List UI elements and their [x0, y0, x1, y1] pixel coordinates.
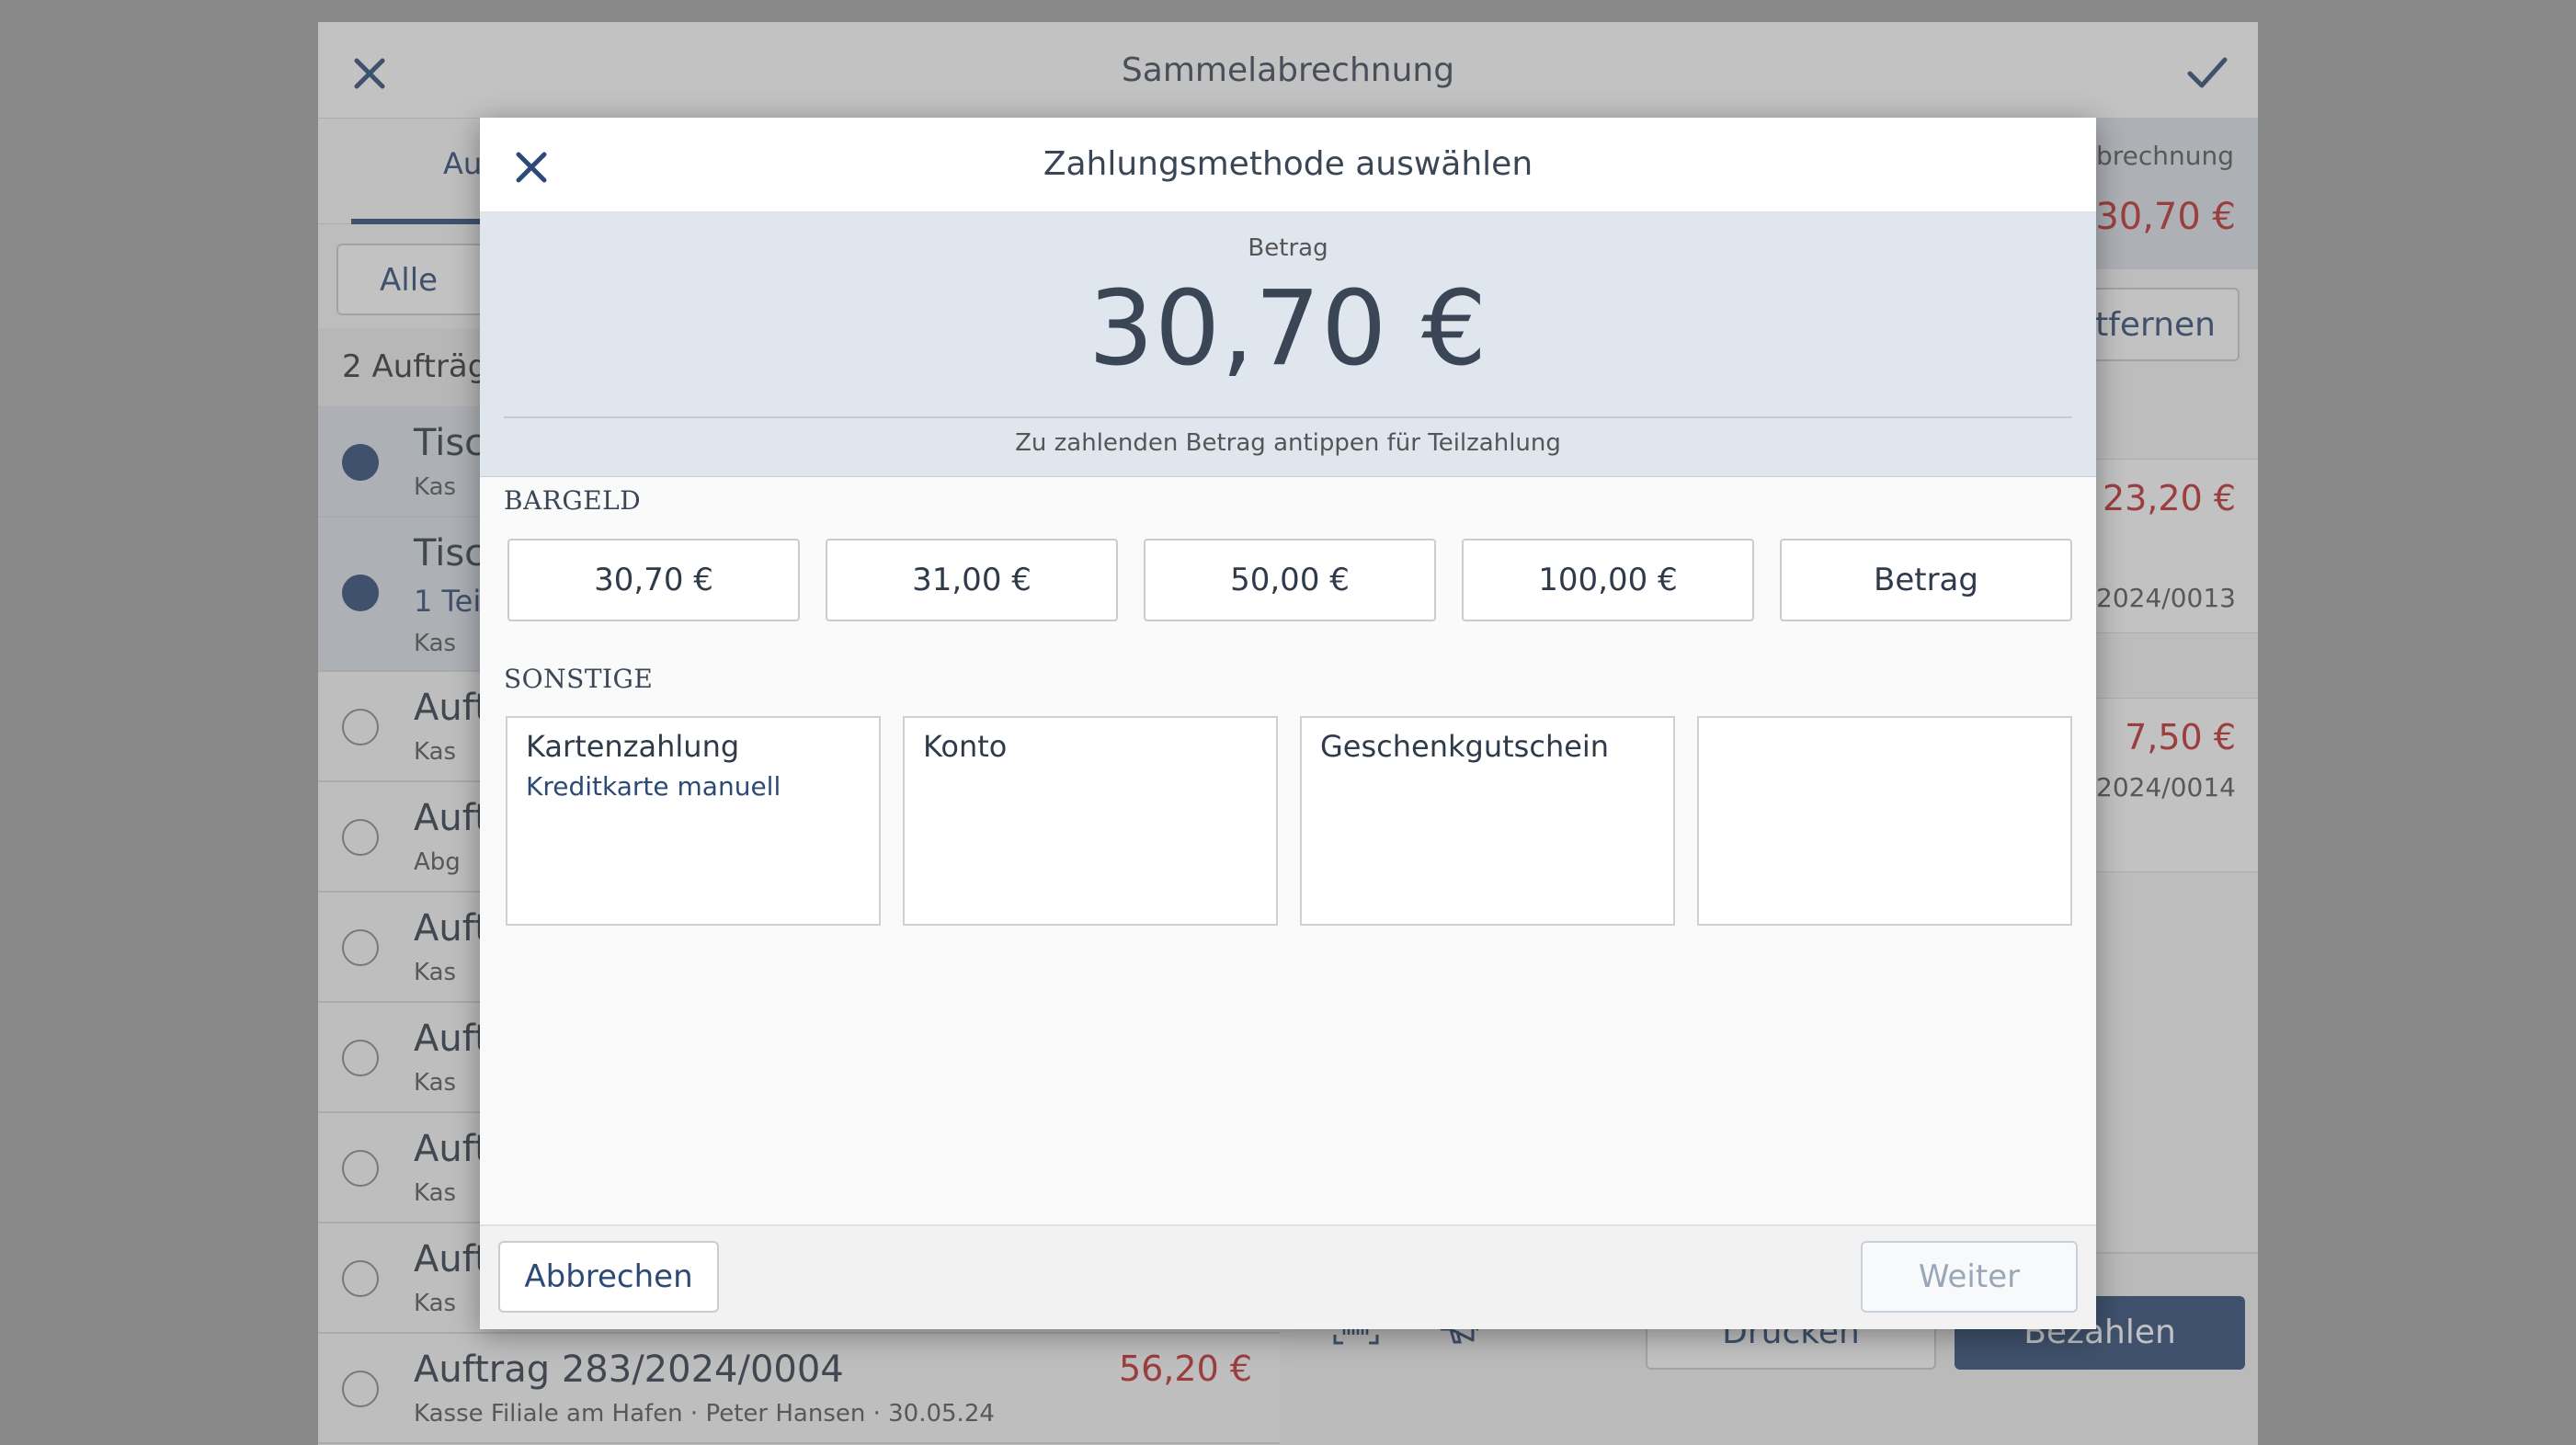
tile-label: Konto — [923, 729, 1008, 764]
amount-display[interactable]: Betrag 30,70 € Zu zahlenden Betrag antip… — [480, 212, 2096, 477]
cash-option-custom[interactable]: Betrag — [1780, 539, 2072, 621]
card-payment-tile[interactable]: Kartenzahlung Kreditkarte manuell — [506, 716, 881, 926]
cash-option-31[interactable]: 31,00 € — [826, 539, 1118, 621]
cash-section-title: BARGELD — [504, 485, 642, 516]
cash-option-50[interactable]: 50,00 € — [1144, 539, 1436, 621]
partial-payment-hint: Zu zahlenden Betrag antippen für Teilzah… — [1015, 429, 1561, 457]
dialog-header: Zahlungsmethode auswählen — [480, 118, 2096, 212]
payment-method-dialog: Zahlungsmethode auswählen Betrag 30,70 €… — [480, 118, 2096, 1329]
tile-label: Geschenkgutschein — [1320, 729, 1610, 764]
gift-voucher-tile[interactable]: Geschenkgutschein — [1300, 716, 1675, 926]
empty-tile — [1697, 716, 2072, 926]
cancel-button[interactable]: Abbrechen — [498, 1241, 719, 1313]
dialog-title: Zahlungsmethode auswählen — [1043, 145, 1533, 183]
amount-value[interactable]: 30,70 € — [480, 269, 2096, 389]
cash-option-exact[interactable]: 30,70 € — [507, 539, 800, 621]
amount-label: Betrag — [1248, 234, 1328, 262]
divider — [504, 416, 2072, 418]
cash-option-100[interactable]: 100,00 € — [1462, 539, 1754, 621]
account-tile[interactable]: Konto — [903, 716, 1278, 926]
other-section-title: SONSTIGE — [504, 664, 654, 694]
tile-label: Kartenzahlung — [526, 729, 740, 764]
next-button[interactable]: Weiter — [1861, 1241, 2078, 1313]
tile-sublabel: Kreditkarte manuell — [526, 771, 781, 802]
dialog-footer: Abbrechen Weiter — [480, 1224, 2096, 1329]
